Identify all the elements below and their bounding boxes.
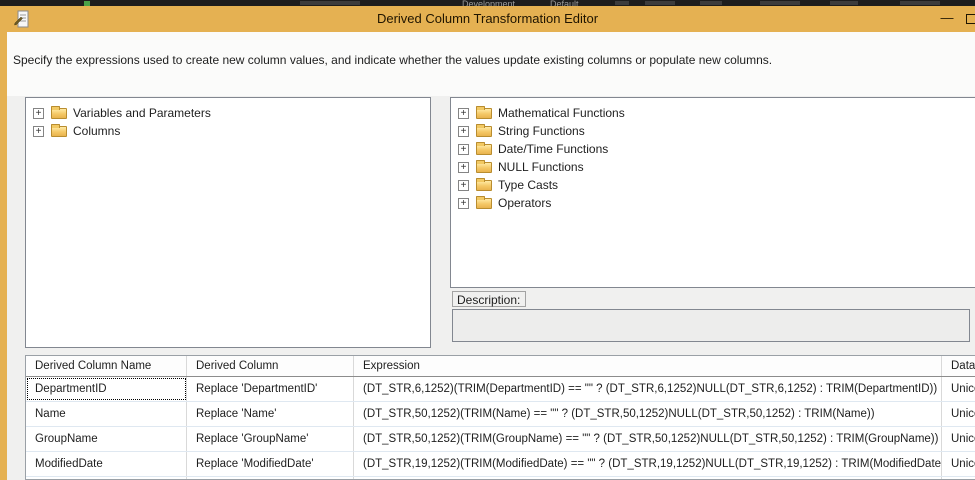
expand-plus-icon[interactable]: +: [33, 126, 44, 137]
tree-item-label: Columns: [73, 124, 120, 138]
tree-item-variables-and-parameters[interactable]: + Variables and Parameters: [26, 104, 430, 122]
toolbar-decoration: [300, 1, 360, 5]
cell-expression[interactable]: (DT_STR,6,1252)(TRIM(DepartmentID) == ""…: [354, 377, 942, 401]
tree-item-null-functions[interactable]: + NULL Functions: [451, 158, 975, 176]
tree-item-label: NULL Functions: [498, 160, 584, 174]
folder-icon: [51, 108, 67, 119]
cell-expression[interactable]: (DT_STR,19,1252)(TRIM(ModifiedDate) == "…: [354, 452, 942, 476]
column-header-expression: Expression: [354, 356, 942, 376]
cell-derived-column[interactable]: Replace 'GroupName': [187, 427, 354, 451]
tree-item-label: Type Casts: [498, 178, 558, 192]
cell-derived-column[interactable]: Replace 'DepartmentID': [187, 377, 354, 401]
expand-plus-icon[interactable]: +: [458, 162, 469, 173]
tree-item-label: Date/Time Functions: [498, 142, 608, 156]
functions-tree-panel[interactable]: + Mathematical Functions + String Functi…: [450, 97, 975, 288]
cell-derived-column-name[interactable]: GroupName: [26, 427, 187, 451]
cell-data-type[interactable]: Unicode string [DT_WSTR]: [942, 402, 975, 426]
cell-expression[interactable]: (DT_STR,50,1252)(TRIM(GroupName) == "" ?…: [354, 427, 942, 451]
tree-item-date-time-functions[interactable]: + Date/Time Functions: [451, 140, 975, 158]
dialog-title: Derived Column Transformation Editor: [0, 11, 975, 26]
dialog-titlebar[interactable]: Derived Column Transformation Editor —: [0, 6, 975, 32]
tree-item-type-casts[interactable]: + Type Casts: [451, 176, 975, 194]
tree-item-label: Operators: [498, 196, 551, 210]
minimize-button[interactable]: —: [934, 6, 960, 32]
table-row: ModifiedDate Replace 'ModifiedDate' (DT_…: [26, 452, 975, 477]
tree-item-label: String Functions: [498, 124, 585, 138]
expand-plus-icon[interactable]: +: [458, 144, 469, 155]
table-row: Name Replace 'Name' (DT_STR,50,1252)(TRI…: [26, 402, 975, 427]
cell-data-type[interactable]: Unicode string [DT_WSTR]: [942, 377, 975, 401]
expand-plus-icon[interactable]: +: [33, 108, 44, 119]
folder-icon: [51, 126, 67, 137]
cell-derived-column[interactable]: Replace 'Name': [187, 402, 354, 426]
cell-data-type[interactable]: Unicode string [DT_WSTR]: [942, 427, 975, 451]
expand-plus-icon[interactable]: +: [458, 180, 469, 191]
cell-derived-column-name[interactable]: ModifiedDate: [26, 452, 187, 476]
tree-item-operators[interactable]: + Operators: [451, 194, 975, 212]
toolbar-decoration: [830, 1, 858, 5]
description-label: Description:: [452, 291, 526, 307]
folder-icon: [476, 144, 492, 155]
maximize-button[interactable]: [966, 14, 975, 24]
tree-item-string-functions[interactable]: + String Functions: [451, 122, 975, 140]
grid-header-row: Derived Column Name Derived Column Expre…: [26, 356, 975, 377]
toolbar-decoration: [700, 1, 722, 5]
toolbar-decoration: [760, 1, 800, 5]
folder-icon: [476, 162, 492, 173]
tree-item-mathematical-functions[interactable]: + Mathematical Functions: [451, 104, 975, 122]
toolbar-decoration: [900, 1, 940, 5]
cell-expression[interactable]: (DT_STR,50,1252)(TRIM(Name) == "" ? (DT_…: [354, 402, 942, 426]
table-row: GroupName Replace 'GroupName' (DT_STR,50…: [26, 427, 975, 452]
window-border: [0, 6, 7, 480]
expand-plus-icon[interactable]: +: [458, 108, 469, 119]
folder-icon: [476, 126, 492, 137]
column-header-data-type: Data Type: [942, 356, 975, 376]
folder-icon: [476, 108, 492, 119]
expand-plus-icon[interactable]: +: [458, 198, 469, 209]
screen: Development Default Derived Column Trans…: [0, 0, 975, 480]
folder-icon: [476, 180, 492, 191]
folder-icon: [476, 198, 492, 209]
description-box: [452, 309, 970, 342]
expand-plus-icon[interactable]: +: [458, 126, 469, 137]
toolbar-decoration: [645, 1, 675, 5]
cell-derived-column-name[interactable]: DepartmentID: [26, 377, 187, 401]
instruction-text: Specify the expressions used to create n…: [13, 53, 772, 67]
cell-data-type[interactable]: Unicode string [DT_WSTR]: [942, 452, 975, 476]
column-header-derived-column-name: Derived Column Name: [26, 356, 187, 376]
derived-columns-grid[interactable]: Derived Column Name Derived Column Expre…: [25, 355, 975, 480]
cell-derived-column-name[interactable]: Name: [26, 402, 187, 426]
tree-item-label: Mathematical Functions: [498, 106, 625, 120]
column-header-derived-column: Derived Column: [187, 356, 354, 376]
table-row: DepartmentID Replace 'DepartmentID' (DT_…: [26, 377, 975, 402]
toolbar-decoration: [615, 1, 629, 5]
tree-item-columns[interactable]: + Columns: [26, 122, 430, 140]
tree-item-label: Variables and Parameters: [73, 106, 211, 120]
cell-derived-column[interactable]: Replace 'ModifiedDate': [187, 452, 354, 476]
columns-tree-panel[interactable]: + Variables and Parameters + Columns: [25, 97, 431, 348]
